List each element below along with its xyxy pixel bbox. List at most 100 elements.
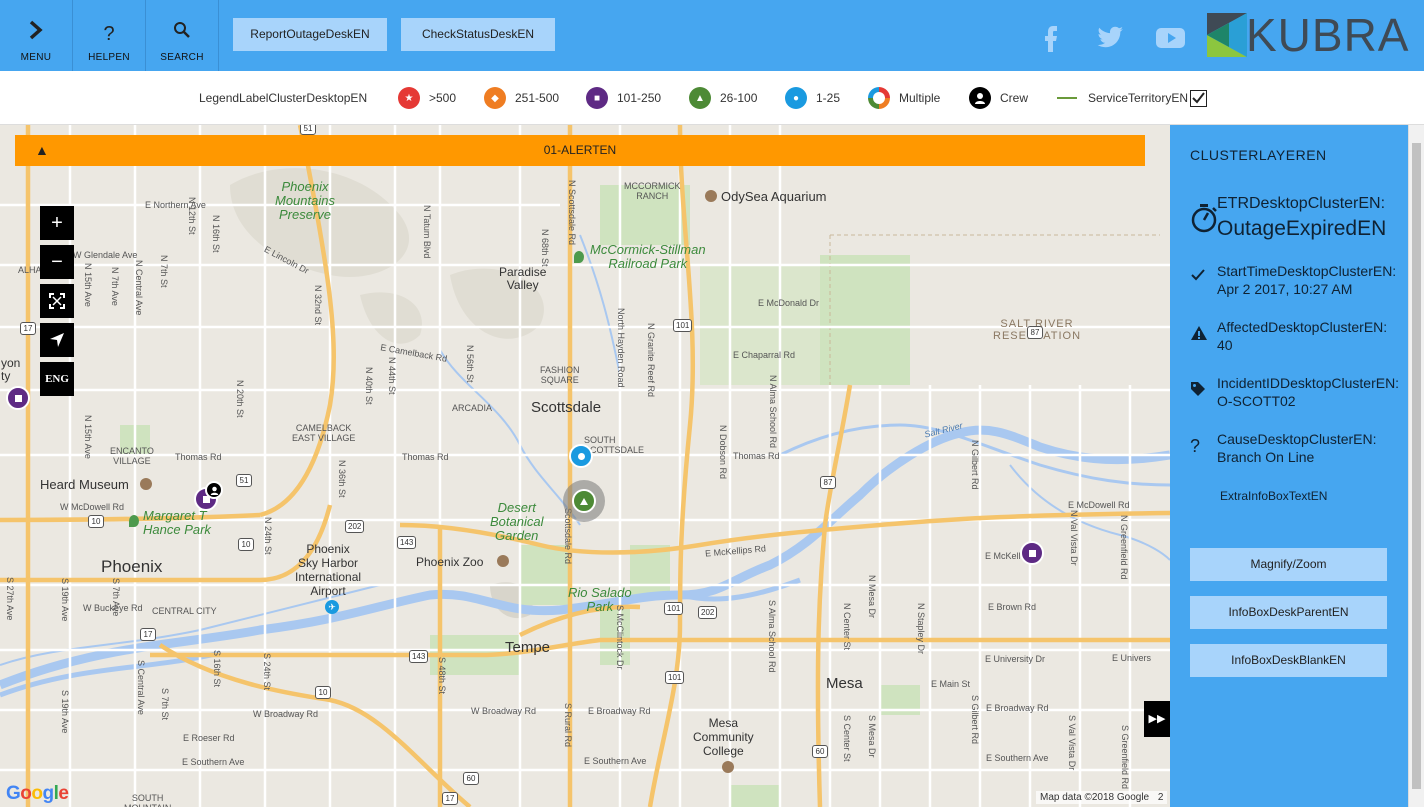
legend-item-101-250: ■ 101-250 bbox=[586, 71, 661, 125]
collapse-panel-button[interactable]: ▶▶ bbox=[1144, 701, 1170, 737]
etr-label: ETRDesktopClusterEN: bbox=[1217, 195, 1386, 212]
scrollbar-thumb[interactable] bbox=[1412, 143, 1421, 789]
street-label: S Val Vista Dr bbox=[1067, 715, 1077, 771]
outage-marker-26-100-selected[interactable] bbox=[572, 489, 596, 513]
area-label-fashion-square: FASHION SQUARE bbox=[540, 365, 580, 385]
street-label: W McDowell Rd bbox=[60, 502, 125, 512]
street-label: E Chaparral Rd bbox=[733, 350, 796, 360]
magnify-zoom-button[interactable]: Magnify/Zoom bbox=[1190, 548, 1387, 581]
service-territory-checkbox[interactable] bbox=[1190, 89, 1208, 107]
legend-label: 26-100 bbox=[720, 91, 758, 105]
crew-marker[interactable] bbox=[205, 481, 223, 499]
logo-text: KUBRA bbox=[1246, 9, 1410, 61]
search-icon bbox=[146, 20, 218, 48]
street-label: E Main St bbox=[931, 679, 971, 689]
search-label: SEARCH bbox=[160, 52, 204, 63]
area-label-ty: ty bbox=[1, 369, 11, 383]
menu-button[interactable]: MENU bbox=[0, 0, 73, 71]
start-time-value: Apr 2 2017, 10:27 AM bbox=[1217, 281, 1353, 297]
infobox-parent-button[interactable]: InfoBoxDeskParentEN bbox=[1190, 596, 1387, 629]
street-label: N Scottsdale Rd bbox=[567, 180, 577, 246]
zoom-out-button[interactable]: − bbox=[40, 245, 74, 279]
highway-shield: 10 bbox=[238, 538, 254, 551]
city-label-scottsdale: Scottsdale bbox=[531, 399, 602, 416]
street-label: S Rural Rd bbox=[563, 703, 573, 748]
area-label-camelback-east: CAMELBACK EAST VILLAGE bbox=[292, 423, 356, 443]
park-pin-icon bbox=[574, 251, 584, 263]
street-label: E Southern Ave bbox=[584, 756, 647, 766]
legend-item-crew: Crew bbox=[969, 71, 1028, 125]
crew-icon bbox=[969, 87, 991, 109]
highway-shield: 202 bbox=[345, 520, 365, 533]
street-label: N 12th St bbox=[187, 197, 197, 235]
star-icon: ★ bbox=[398, 87, 420, 109]
check-status-button[interactable]: CheckStatusDeskEN bbox=[401, 18, 555, 51]
locate-button[interactable] bbox=[40, 323, 74, 357]
legend-title: LegendLabelClusterDesktopEN bbox=[199, 91, 368, 105]
page-scrollbar[interactable] bbox=[1408, 125, 1424, 807]
help-button[interactable]: ? HELPEN bbox=[73, 0, 146, 71]
youtube-icon[interactable] bbox=[1156, 28, 1186, 53]
street-label: N Granite Reef Rd bbox=[646, 323, 656, 398]
legend-label: 101-250 bbox=[617, 91, 662, 105]
street-label: S 19th Ave bbox=[60, 690, 70, 734]
circle-icon: ● bbox=[785, 87, 807, 109]
check-icon bbox=[1190, 268, 1206, 287]
etr-value: OutageExpiredEN bbox=[1217, 217, 1387, 240]
area-label-south-scottsdale: SOUTH SCOTTSDALE bbox=[584, 435, 645, 455]
twitter-icon[interactable] bbox=[1096, 26, 1124, 53]
area-label-mccormick-ranch: MCCORMICK RANCH bbox=[624, 181, 681, 201]
map[interactable]: Phoenix Scottsdale Tempe Mesa Paradise V… bbox=[0, 125, 1170, 807]
street-label: North Hayden Road bbox=[616, 308, 626, 388]
street-label: E Univers bbox=[1112, 653, 1152, 663]
legend-item-251-500: ◆ 251-500 bbox=[484, 71, 559, 125]
outage-marker-101-250[interactable] bbox=[6, 386, 30, 410]
zoom-in-button[interactable]: + bbox=[40, 206, 74, 240]
street-label: N Alma School Rd bbox=[768, 375, 778, 449]
street-label: N Greenfield Rd bbox=[1119, 515, 1129, 580]
street-label: N 7th St bbox=[159, 255, 169, 288]
fast-forward-icon: ▶▶ bbox=[1148, 713, 1166, 725]
multi-ring-icon bbox=[868, 87, 890, 109]
highway-shield: 101 bbox=[664, 602, 684, 615]
incident-id-value: O-SCOTT02 bbox=[1217, 393, 1296, 409]
street-label: S 19th Ave bbox=[60, 578, 70, 622]
question-icon: ? bbox=[103, 23, 115, 45]
report-outage-button[interactable]: ReportOutageDeskEN bbox=[233, 18, 387, 51]
legend-item-service-territory[interactable]: ServiceTerritoryEN bbox=[1057, 71, 1208, 125]
infobox-blank-button[interactable]: InfoBoxDeskBlankEN bbox=[1190, 644, 1387, 677]
facebook-icon[interactable] bbox=[1040, 22, 1060, 57]
affected-value: 40 bbox=[1217, 337, 1233, 353]
incident-id-label: IncidentIDDesktopClusterEN: bbox=[1217, 375, 1400, 391]
highway-shield: 143 bbox=[397, 536, 417, 549]
street-label: S 24th St bbox=[262, 653, 272, 691]
poi-label-phoenix-mountains: Phoenix Mountains Preserve bbox=[275, 179, 335, 222]
poi-label-heard-museum: Heard Museum bbox=[40, 477, 129, 492]
street-label: N 40th St bbox=[364, 367, 374, 405]
outage-marker-101-250[interactable] bbox=[1020, 541, 1044, 565]
street-label: E Southern Ave bbox=[986, 753, 1049, 763]
attribution-tail: 2 bbox=[1157, 792, 1164, 803]
outage-marker-1-25[interactable] bbox=[569, 444, 593, 468]
highway-shield: 51 bbox=[236, 474, 252, 487]
city-label-paradise-valley: Paradise Valley bbox=[499, 265, 547, 292]
street-label: N Center St bbox=[842, 603, 852, 651]
highway-shield: 10 bbox=[315, 686, 331, 699]
warning-icon bbox=[1190, 325, 1208, 346]
street-label: E Broadway Rd bbox=[588, 706, 651, 716]
diamond-icon: ◆ bbox=[484, 87, 506, 109]
city-label-phoenix: Phoenix bbox=[101, 557, 163, 576]
fullscreen-button[interactable] bbox=[40, 284, 74, 318]
fullscreen-icon bbox=[49, 293, 65, 309]
street-label: W Glendale Ave bbox=[73, 250, 138, 260]
street-label: E Roeser Rd bbox=[183, 733, 235, 743]
top-bar: MENU ? HELPEN SEARCH ReportOutageDeskEN … bbox=[0, 0, 1424, 71]
legend-label: 251-500 bbox=[515, 91, 560, 105]
search-button[interactable]: SEARCH bbox=[146, 0, 219, 71]
highway-shield: 17 bbox=[20, 322, 36, 335]
cause-value: Branch On Line bbox=[1217, 449, 1315, 465]
language-button[interactable]: ENG bbox=[40, 362, 74, 396]
affected-label: AffectedDesktopClusterEN: bbox=[1217, 319, 1388, 335]
street-label: Thomas Rd bbox=[733, 451, 780, 461]
alert-bar[interactable]: ▲ 01-ALERTEN bbox=[15, 135, 1145, 166]
